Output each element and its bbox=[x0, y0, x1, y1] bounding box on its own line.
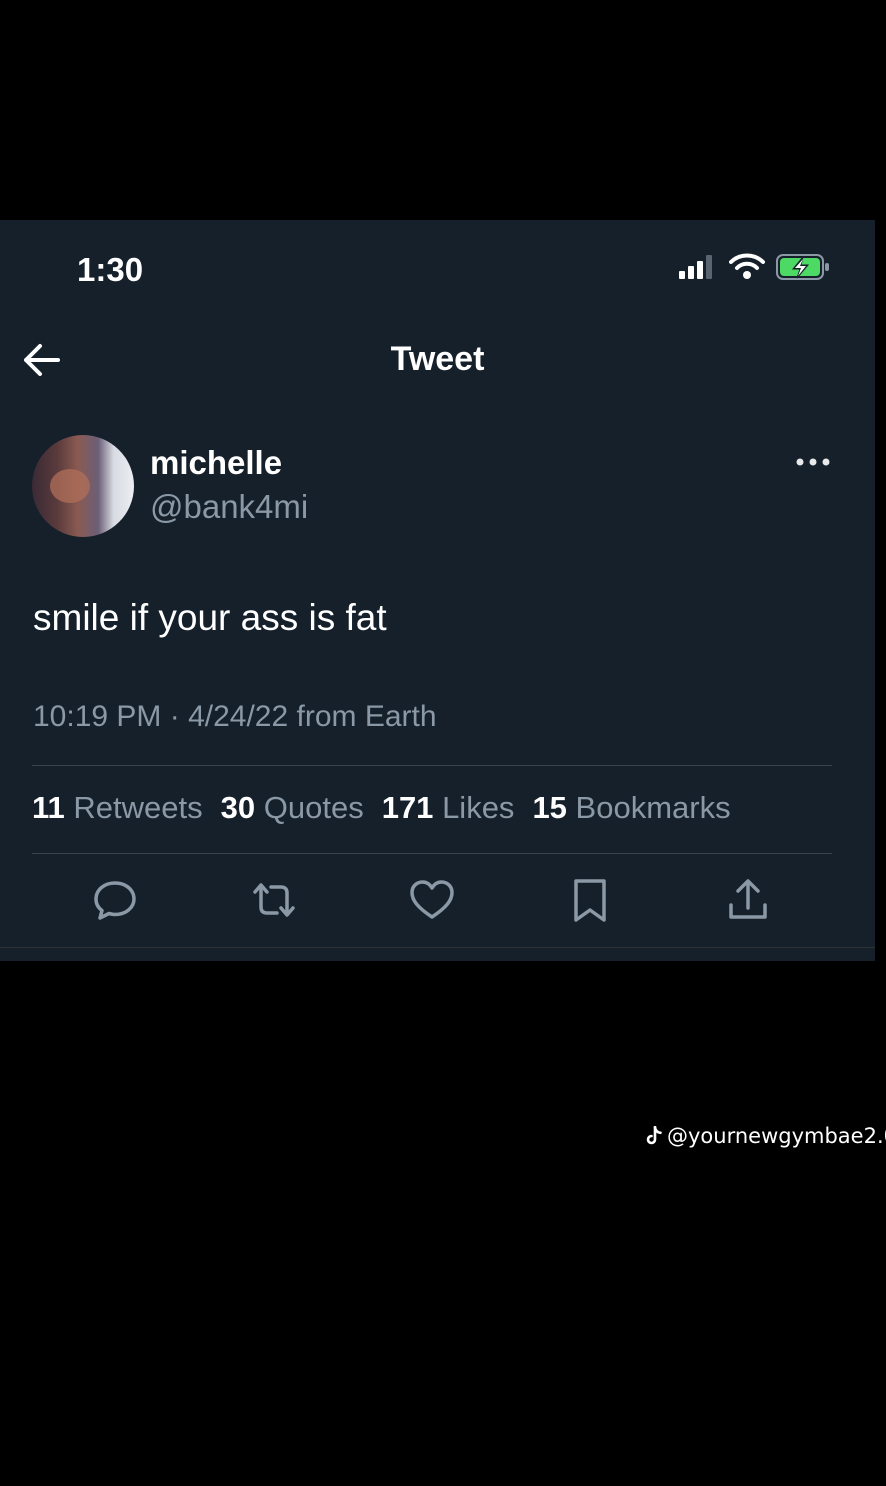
tweet-text: smile if your ass is fat bbox=[33, 597, 387, 638]
display-name[interactable]: michelle bbox=[150, 444, 282, 482]
like-icon[interactable] bbox=[407, 875, 457, 925]
tiktok-icon bbox=[646, 1126, 662, 1145]
reply-icon[interactable] bbox=[90, 875, 140, 925]
signal-icon bbox=[679, 255, 719, 279]
share-icon[interactable] bbox=[723, 875, 773, 925]
tweet-stats: 11 Retweets 30 Quotes 171 Likes 15 Bookm… bbox=[32, 790, 749, 826]
wifi-icon bbox=[729, 253, 765, 279]
stat-retweets[interactable]: 11 Retweets bbox=[32, 790, 203, 826]
divider bbox=[0, 947, 875, 948]
tweet-screen: 1:30 Tweet michelle @bank4mi smile if yo… bbox=[0, 220, 875, 961]
battery-charging-icon bbox=[776, 254, 829, 280]
stat-likes[interactable]: 171 Likes bbox=[382, 790, 515, 826]
status-icons bbox=[679, 253, 831, 281]
watermark-text: @yournewgymbae2.0 bbox=[667, 1124, 886, 1148]
divider bbox=[32, 853, 832, 854]
tweet-meta: 10:19 PM · 4/24/22 from Earth bbox=[33, 700, 437, 733]
stat-quotes[interactable]: 30 Quotes bbox=[221, 790, 364, 826]
status-time: 1:30 bbox=[77, 251, 144, 288]
retweet-icon[interactable] bbox=[249, 875, 299, 925]
page-title: Tweet bbox=[390, 340, 485, 378]
watermark: @yournewgymbae2.0 bbox=[645, 1124, 886, 1148]
bookmark-icon[interactable] bbox=[565, 875, 615, 925]
action-bar bbox=[0, 875, 875, 931]
stat-bookmarks[interactable]: 15 Bookmarks bbox=[532, 790, 730, 826]
avatar[interactable] bbox=[32, 435, 134, 537]
user-handle[interactable]: @bank4mi bbox=[150, 488, 308, 526]
divider bbox=[32, 765, 832, 766]
more-icon[interactable] bbox=[795, 452, 831, 472]
